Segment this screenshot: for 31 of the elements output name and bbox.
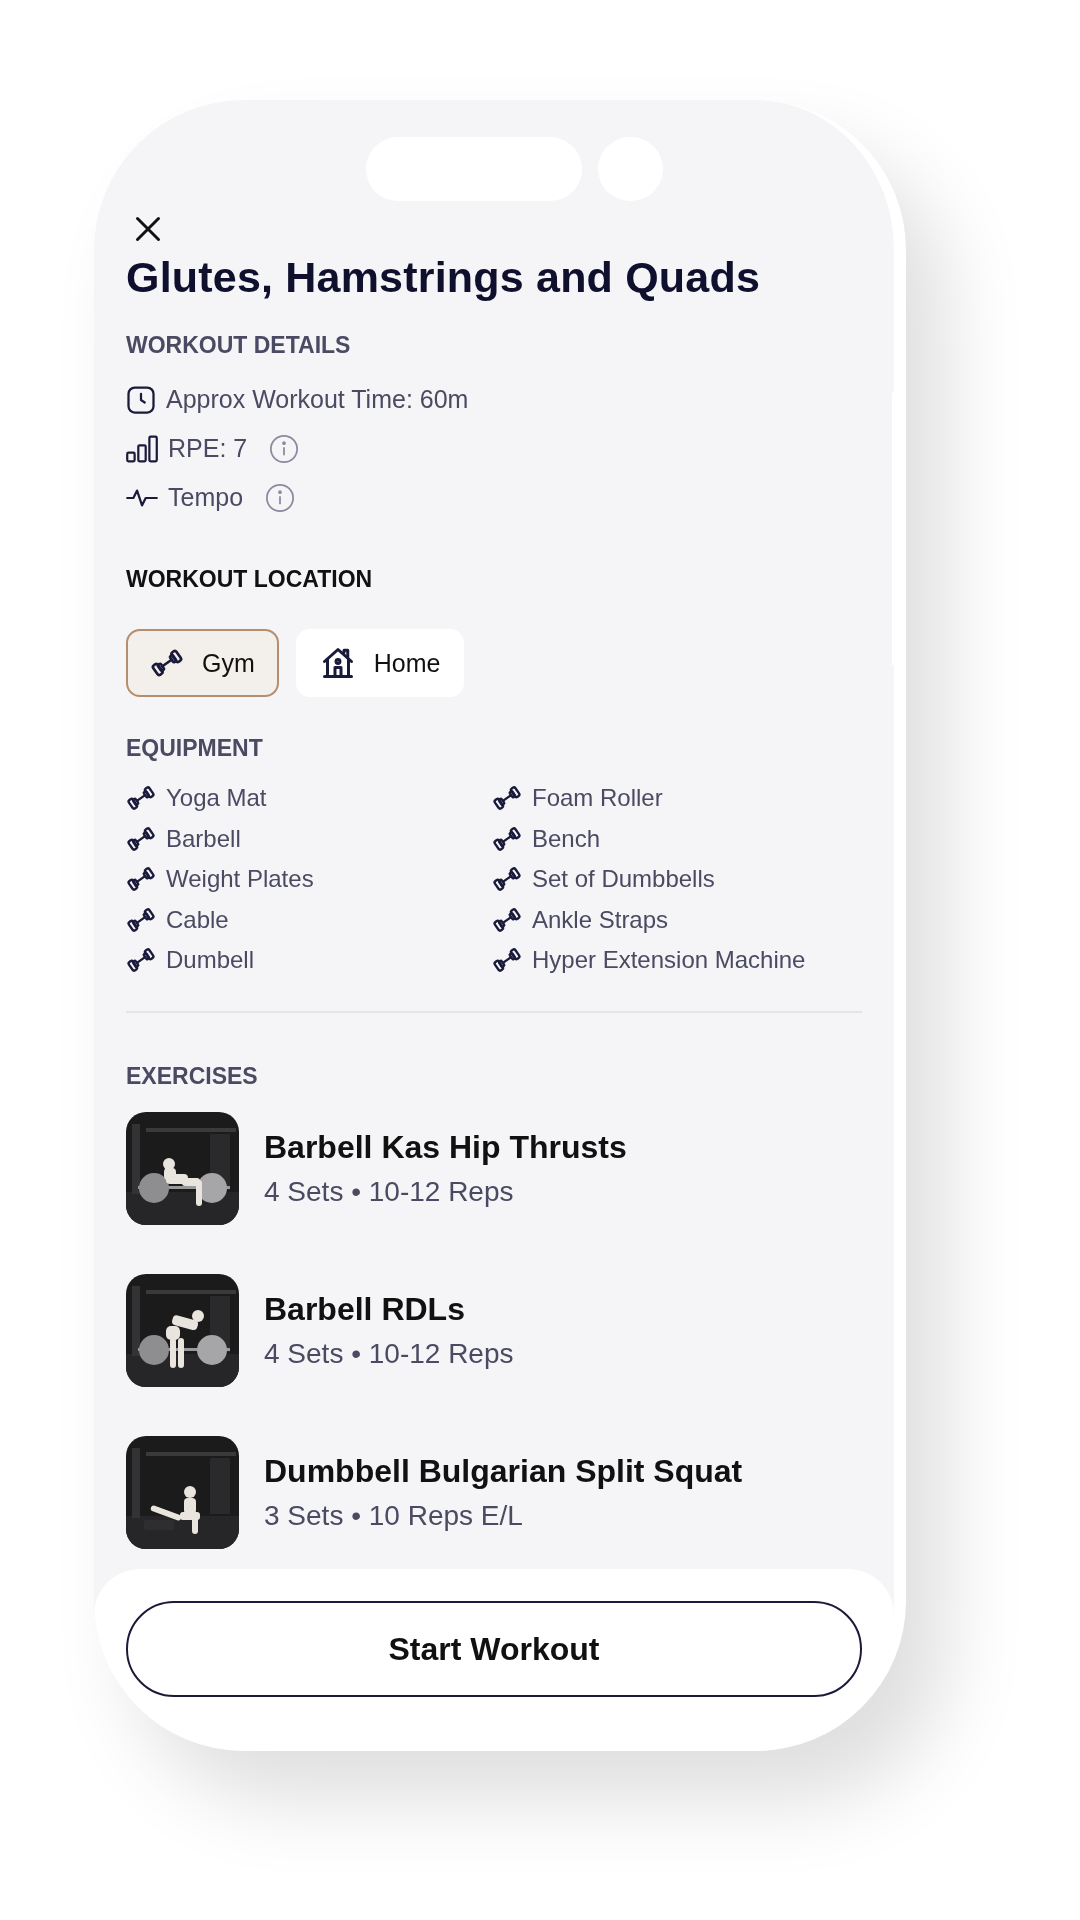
equipment-text: Ankle Straps — [532, 905, 669, 934]
bars-icon — [126, 433, 158, 464]
section-heading: WORKOUT DETAILS — [126, 332, 352, 359]
equipment-text: Foam Roller — [532, 784, 663, 813]
section-heading: EXERCISES — [126, 1062, 259, 1090]
section-heading: EQUIPMENT — [126, 735, 264, 762]
equipment-text: Weight Plates — [166, 865, 314, 894]
equipment-text: Bench — [532, 824, 601, 853]
location-chip[interactable]: Gym — [126, 629, 279, 697]
exercise-name[interactable]: Dumbbell Bulgarian Split Squat — [264, 1452, 743, 1490]
equipment-text: Barbell — [166, 824, 241, 853]
detail-text: Approx Workout Time: 60m — [166, 385, 469, 414]
info-icon[interactable] — [269, 433, 300, 464]
start-workout-button[interactable]: Start Workout — [126, 1601, 862, 1697]
equipment-text: Set of Dumbbells — [532, 865, 715, 894]
exercise-detail: 4 Sets • 10-12 Reps — [264, 1175, 515, 1208]
exercise-detail: 4 Sets • 10-12 Reps — [264, 1337, 514, 1370]
detail-text: Tempo — [168, 483, 244, 512]
info-icon[interactable] — [265, 482, 296, 513]
exercise-name[interactable]: Barbell RDLs — [264, 1290, 514, 1328]
exercise-detail: 3 Sets • 10 Reps E/L — [264, 1499, 524, 1532]
clock-icon — [126, 384, 156, 415]
workout-title: Glutes, Hamstrings and Quads — [126, 253, 761, 302]
section-heading: WORKOUT LOCATION — [126, 566, 374, 593]
equipment-text: Hyper Extension Machine — [532, 946, 806, 975]
equipment-text: Cable — [166, 905, 229, 934]
equipment-text: Dumbell — [166, 946, 255, 975]
detail-text: RPE: 7 — [168, 434, 248, 463]
exercise-name[interactable]: Barbell Kas Hip Thrusts — [264, 1128, 627, 1166]
equipment-text: Yoga Mat — [166, 784, 267, 813]
location-chip[interactable]: Home — [295, 629, 465, 697]
